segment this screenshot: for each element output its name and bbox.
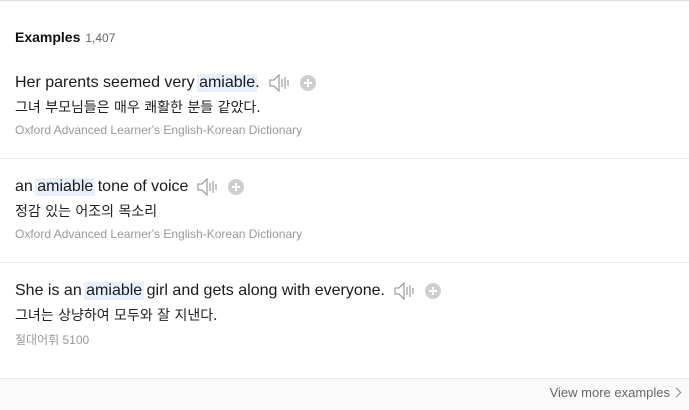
speaker-icon[interactable] — [393, 281, 417, 301]
example-sentence: Her parents seemed very amiable. — [15, 72, 316, 94]
sentence-text: an — [15, 178, 38, 195]
add-to-wordbook-button[interactable] — [425, 283, 441, 299]
example-source: 절대어휘 5100 — [15, 333, 90, 347]
speaker-icon[interactable] — [268, 73, 292, 93]
examples-count: 1,407 — [85, 31, 116, 45]
example-translation: 그녀는 상냥하여 모두와 잘 지낸다. — [15, 308, 218, 324]
example-sentence: She is an amiable girl and gets along wi… — [15, 280, 441, 302]
sentence-text: She is an — [15, 282, 87, 299]
view-more-examples-link[interactable]: View more examples — [549, 385, 682, 400]
example-source: Oxford Advanced Learner's English-Korean… — [15, 227, 303, 241]
sentence-text: tone of voice — [93, 178, 189, 195]
add-to-wordbook-button[interactable] — [228, 179, 245, 195]
example-source: Oxford Advanced Learner's English-Korean… — [15, 123, 303, 137]
sentence-text: Her parents seemed very — [15, 74, 200, 91]
examples-header: Examples 1,407 — [15, 29, 115, 45]
speaker-icon[interactable] — [196, 177, 220, 197]
divider — [0, 262, 689, 263]
top-border — [0, 0, 689, 1]
example-sentence: an amiable tone of voice — [15, 176, 245, 198]
sentence-text: girl and gets along with everyone. — [142, 282, 385, 299]
sentence-text: . — [255, 74, 260, 91]
view-more-label: View more examples — [549, 385, 670, 400]
examples-title: Examples — [15, 29, 81, 45]
example-translation: 정감 있는 어조의 목소리 — [15, 204, 158, 220]
add-to-wordbook-button[interactable] — [299, 75, 316, 91]
highlighted-word: amiable — [84, 282, 145, 300]
highlighted-word: amiable — [35, 178, 96, 196]
chevron-right-icon — [671, 387, 682, 398]
highlighted-word: amiable — [197, 74, 258, 92]
example-translation: 그녀 부모님들은 매우 쾌활한 분들 같았다. — [15, 100, 261, 116]
divider — [0, 158, 689, 159]
